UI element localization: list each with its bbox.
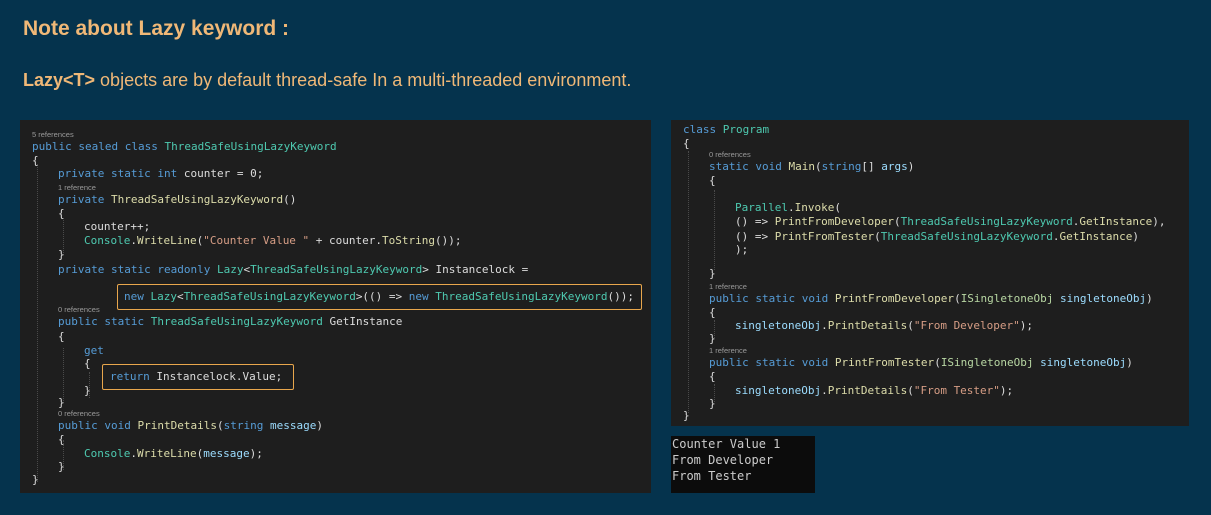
brace: }	[58, 396, 65, 409]
console-output: Counter Value 1 From Developer From Test…	[671, 436, 815, 493]
brace: }	[32, 473, 39, 486]
invoke-close: );	[735, 243, 749, 256]
brace: {	[709, 174, 716, 187]
brace: }	[84, 384, 91, 397]
brace: {	[58, 433, 65, 446]
main-declaration: static void Main(string[] args)	[709, 160, 915, 173]
note-description: objects are by default thread-safe In a …	[95, 70, 632, 90]
brace: {	[58, 207, 65, 220]
getinstance-declaration: public static ThreadSafeUsingLazyKeyword…	[58, 315, 403, 328]
console-line: From Tester	[672, 469, 752, 483]
writeline-statement: Console.WriteLine(message);	[84, 447, 263, 460]
references-count[interactable]: 1 reference	[709, 346, 747, 355]
program-class-declaration: class Program	[683, 123, 770, 136]
page-title: Note about Lazy keyword :	[23, 17, 290, 40]
references-count[interactable]: 0 references	[58, 305, 100, 314]
program-class-code-panel: class Program { 0 references static void…	[671, 120, 1189, 426]
writeline-statement: Console.WriteLine("Counter Value " + cou…	[84, 234, 462, 247]
tester-print-statement: singletoneObj.PrintDetails("From Tester"…	[735, 384, 1014, 397]
printfromtester-declaration: public static void PrintFromTester(ISing…	[709, 356, 1133, 369]
developer-print-statement: singletoneObj.PrintDetails("From Develop…	[735, 319, 1034, 332]
references-count[interactable]: 1 reference	[709, 282, 747, 291]
get-accessor: get	[84, 344, 104, 357]
brace: {	[58, 330, 65, 343]
brace: {	[683, 137, 690, 150]
brace: }	[709, 397, 716, 410]
brace: }	[58, 460, 65, 473]
brace: {	[84, 357, 91, 370]
increment-statement: counter++;	[84, 220, 151, 233]
printfromdeveloper-declaration: public static void PrintFromDeveloper(IS…	[709, 292, 1153, 305]
constructor-declaration: private ThreadSafeUsingLazyKeyword()	[58, 193, 297, 206]
brace: {	[32, 154, 39, 167]
references-count[interactable]: 0 references	[58, 409, 100, 418]
brace: }	[709, 267, 716, 280]
printdetails-declaration: public void PrintDetails(string message)	[58, 419, 323, 432]
developer-lambda: () => PrintFromDeveloper(ThreadSafeUsing…	[735, 215, 1166, 228]
brace: }	[58, 248, 65, 261]
lazy-initializer: new Lazy<ThreadSafeUsingLazyKeyword>(() …	[124, 290, 634, 303]
references-count[interactable]: 1 reference	[58, 183, 96, 192]
console-line: Counter Value 1	[672, 437, 781, 451]
console-line: From Developer	[672, 453, 774, 467]
references-count[interactable]: 0 references	[709, 150, 751, 159]
singleton-class-code-panel: 5 references public sealed class ThreadS…	[20, 120, 651, 493]
tester-lambda: () => PrintFromTester(ThreadSafeUsingLaz…	[735, 230, 1140, 243]
brace: }	[683, 409, 690, 422]
parallel-invoke: Parallel.Invoke(	[735, 201, 841, 214]
lazy-type-label: Lazy<T>	[23, 70, 96, 90]
brace: }	[709, 332, 716, 345]
return-statement: return Instancelock.Value;	[110, 370, 283, 383]
brace: {	[709, 370, 716, 383]
class-declaration: public sealed class ThreadSafeUsingLazyK…	[32, 140, 337, 153]
brace: {	[709, 306, 716, 319]
counter-field: private static int counter = 0;	[58, 167, 264, 180]
references-count[interactable]: 5 references	[32, 130, 74, 139]
note-text: Lazy<T> objects are by default thread-sa…	[23, 70, 631, 91]
lazy-field-declaration: private static readonly Lazy<ThreadSafeU…	[58, 263, 529, 276]
